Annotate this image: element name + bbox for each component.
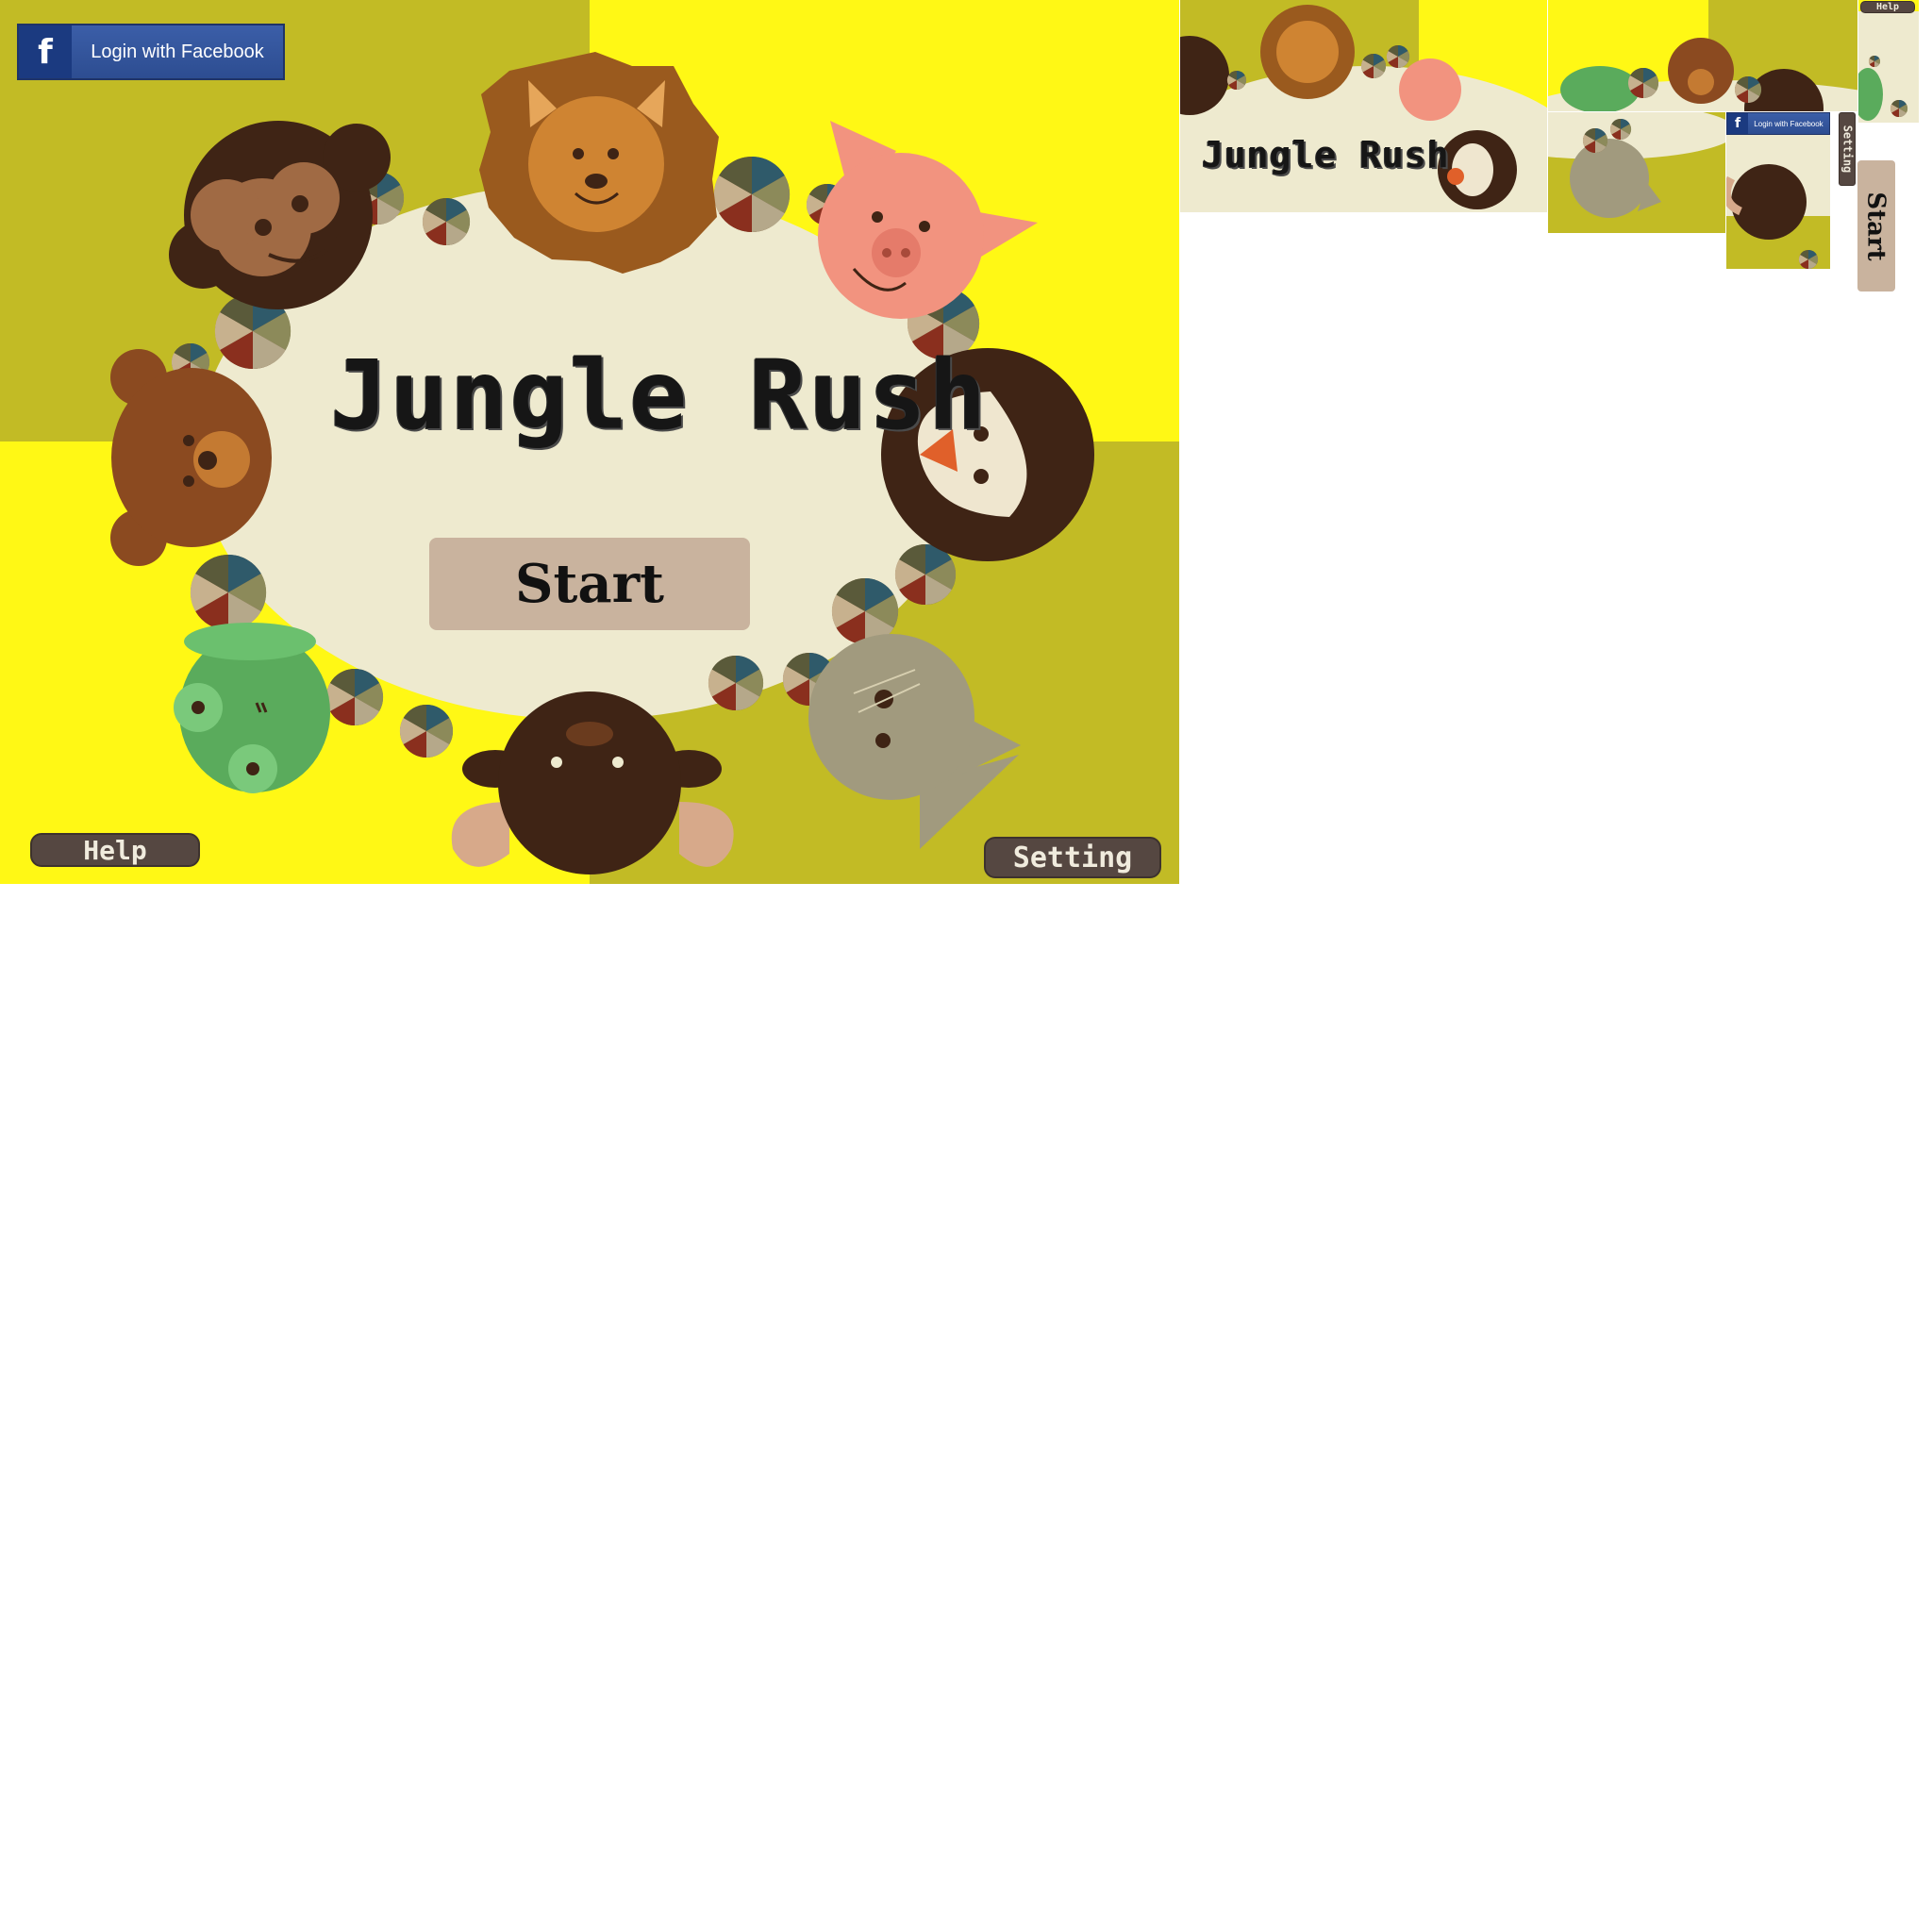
candy-ball-icon	[1627, 67, 1659, 99]
sprite-decoration	[1180, 5, 1547, 212]
candy-ball-icon	[1582, 127, 1608, 154]
candy-ball-icon	[1609, 118, 1632, 141]
frog-icon	[1560, 66, 1640, 111]
vertical-setting-button[interactable]: Setting	[1839, 112, 1856, 186]
help-button[interactable]: Help	[30, 833, 200, 867]
sprite-decoration	[1858, 55, 1908, 121]
bull-sprite: f Login with Facebook	[1726, 112, 1830, 269]
facebook-icon: f	[19, 25, 72, 78]
bull-icon	[1731, 164, 1807, 240]
sprite-decoration	[1548, 112, 1725, 218]
frog-icon	[1858, 68, 1883, 121]
game-title: Jungle Rush	[330, 340, 989, 452]
vertical-start-label: Start	[1862, 191, 1890, 261]
candy-ball-icon	[1734, 75, 1762, 104]
candy-ball-icon	[1360, 53, 1387, 79]
sprite-decoration	[1548, 38, 1857, 111]
vertical-start-button[interactable]: Start	[1857, 160, 1895, 291]
candy-ball-icon	[1386, 44, 1410, 69]
cat-sprite	[1548, 112, 1725, 233]
facebook-login-label: Login with Facebook	[91, 41, 264, 62]
vertical-setting-label: Setting	[1840, 125, 1855, 174]
main-menu-screen: f Login with Facebook Jungle Rush Start …	[0, 0, 1179, 884]
candy-ball-icon	[1226, 70, 1247, 91]
title-strip-sprite: Jungle Rush	[1180, 0, 1547, 212]
sprite-title: Jungle Rush	[1202, 134, 1450, 175]
pig-icon	[818, 121, 1038, 319]
small-help-button[interactable]: Help	[1860, 1, 1915, 13]
frog-icon	[174, 623, 330, 793]
candy-ball-icon	[1798, 249, 1819, 269]
pig-icon	[1399, 58, 1461, 121]
animals-strip-sprite	[1548, 0, 1857, 111]
setting-button[interactable]: Setting	[984, 837, 1161, 878]
cat-icon	[1570, 139, 1649, 218]
facebook-icon: f	[1727, 113, 1748, 134]
candy-ball-icon	[1890, 99, 1908, 118]
small-facebook-login-button[interactable]: f Login with Facebook	[1726, 112, 1830, 135]
start-button[interactable]: Start	[429, 538, 750, 630]
bull-icon	[451, 691, 734, 874]
candy-ball-icon	[1868, 55, 1881, 68]
facebook-login-label: Login with Facebook	[1754, 119, 1824, 128]
sprite-decoration	[1726, 164, 1830, 269]
help-sprite: Help	[1858, 0, 1919, 123]
cat-icon	[808, 634, 1021, 849]
facebook-login-button[interactable]: f Login with Facebook	[17, 24, 285, 80]
